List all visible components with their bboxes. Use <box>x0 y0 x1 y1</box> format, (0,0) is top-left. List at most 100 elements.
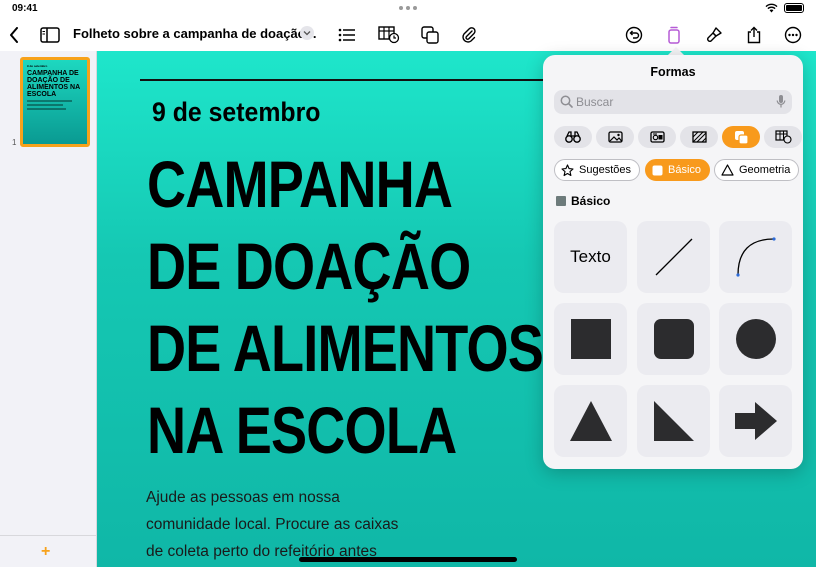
chip-suggestions[interactable]: Sugestões <box>554 159 640 181</box>
sidebar-divider <box>0 535 96 536</box>
thumbnail-title: CAMPANHA DE DOAÇÃO DE ALIMENTOS NA ESCOL… <box>27 70 80 98</box>
back-icon <box>10 27 18 43</box>
list-icon <box>338 28 355 42</box>
shape-arrow[interactable] <box>719 385 792 457</box>
chip-label: Geometria <box>739 164 791 176</box>
paperclip-icon <box>462 27 476 43</box>
shapes-search-field[interactable]: Buscar <box>554 90 792 114</box>
shapes-button[interactable] <box>417 22 443 48</box>
category-shapes[interactable] <box>722 126 760 148</box>
list-button[interactable] <box>334 22 360 48</box>
popover-title: Formas <box>650 65 696 79</box>
brush-icon <box>707 27 722 42</box>
square-shape-icon <box>570 319 611 359</box>
headline-line: CAMPANHA <box>147 147 453 221</box>
texture-icon <box>691 131 707 143</box>
image-icon <box>607 131 623 143</box>
table-button[interactable] <box>376 22 402 48</box>
thumbnail-text-line <box>27 108 67 110</box>
section-square-icon <box>556 196 566 206</box>
wifi-icon <box>765 3 778 13</box>
body-line: Ajude as pessoas em nossa <box>146 489 340 506</box>
status-indicators <box>765 3 804 13</box>
shapes-popover: Formas Buscar Sugestões Básico Geometria… <box>543 55 803 469</box>
shape-line[interactable] <box>637 221 710 293</box>
status-bar: 09:41 <box>0 0 816 18</box>
category-texture[interactable] <box>680 126 718 148</box>
chip-label: Sugestões <box>579 164 631 176</box>
back-button[interactable] <box>1 22 27 48</box>
status-time: 09:41 <box>12 3 38 14</box>
triangle-icon <box>721 164 734 176</box>
right-triangle-shape-icon <box>653 401 694 441</box>
sidebar-icon <box>40 27 60 43</box>
media-icon <box>649 131 665 143</box>
chip-geometry[interactable]: Geometria <box>714 159 800 181</box>
thumbnail-text-line <box>27 100 72 102</box>
page-number: 1 <box>12 138 17 147</box>
page-thumbnails-sidebar: 1 9 de setembro CAMPANHA DE DOAÇÃO DE AL… <box>0 51 97 567</box>
sidebar-toggle-button[interactable] <box>37 22 63 48</box>
circle-shape-icon <box>735 319 776 359</box>
search-input[interactable]: Buscar <box>576 95 613 109</box>
table-icon <box>378 26 400 44</box>
undo-icon <box>625 26 643 44</box>
multitasking-dots-icon[interactable] <box>399 6 417 10</box>
top-rule <box>140 79 560 81</box>
toolbar: Folheto sobre a campanha de doação... <box>0 18 816 51</box>
shape-category-row <box>554 126 802 148</box>
shape-square[interactable] <box>554 303 627 375</box>
battery-icon <box>784 3 804 13</box>
shape-rounded-square[interactable] <box>637 303 710 375</box>
shapes-icon <box>421 26 439 44</box>
section-title: Básico <box>571 194 611 208</box>
category-images[interactable] <box>596 126 634 148</box>
document-title[interactable]: Folheto sobre a campanha de doação... <box>73 26 316 41</box>
shape-right-triangle[interactable] <box>637 385 710 457</box>
chip-basic[interactable]: Básico <box>645 159 711 181</box>
category-objects[interactable] <box>554 126 592 148</box>
add-page-button[interactable]: + <box>41 543 50 561</box>
flyer-body-text[interactable]: Ajude as pessoas em nossa comunidade loc… <box>146 484 446 565</box>
curve-shape-icon <box>735 237 776 277</box>
line-shape-icon <box>655 238 692 276</box>
headline-line: DE DOAÇÃO <box>147 229 471 303</box>
arrow-shape-icon <box>734 402 777 440</box>
section-header: Básico <box>556 194 610 208</box>
page-thumbnail[interactable]: 9 de setembro CAMPANHA DE DOAÇÃO DE ALIM… <box>20 57 90 147</box>
chevron-down-icon <box>303 31 311 36</box>
square-icon <box>652 165 663 175</box>
shape-curve[interactable] <box>719 221 792 293</box>
flyer-headline[interactable]: CAMPANHA DE DOAÇÃO DE ALIMENTOS NA ESCOL… <box>147 143 544 471</box>
headline-line: NA ESCOLA <box>147 393 457 467</box>
flyer-date[interactable]: 9 de setembro <box>152 97 320 128</box>
more-icon <box>784 26 802 44</box>
title-menu-button[interactable] <box>300 26 314 40</box>
home-indicator[interactable] <box>299 557 517 562</box>
shape-text-label: Texto <box>570 247 611 266</box>
share-button[interactable] <box>741 22 767 48</box>
star-icon <box>561 163 574 176</box>
thumbnail-date: 9 de setembro <box>27 64 48 68</box>
thumbnail-text-line <box>27 104 64 106</box>
format-button[interactable] <box>661 22 687 48</box>
headline-line: DE ALIMENTOS <box>147 311 544 385</box>
shapes-icon <box>734 130 749 145</box>
shape-text[interactable]: Texto <box>554 221 627 293</box>
brush-button[interactable] <box>701 22 727 48</box>
chip-label: Básico <box>668 164 702 176</box>
category-media[interactable] <box>638 126 676 148</box>
undo-button[interactable] <box>621 22 647 48</box>
table-icon <box>774 130 792 144</box>
triangle-shape-icon <box>569 401 612 441</box>
shape-triangle[interactable] <box>554 385 627 457</box>
attach-button[interactable] <box>456 22 482 48</box>
format-icon <box>668 26 680 44</box>
shape-circle[interactable] <box>719 303 792 375</box>
more-button[interactable] <box>780 22 806 48</box>
rounded-square-shape-icon <box>653 319 694 359</box>
microphone-icon[interactable] <box>776 94 786 109</box>
share-icon <box>747 26 761 44</box>
category-tables[interactable] <box>764 126 802 148</box>
body-line: comunidade local. Procure as caixas <box>146 516 399 533</box>
